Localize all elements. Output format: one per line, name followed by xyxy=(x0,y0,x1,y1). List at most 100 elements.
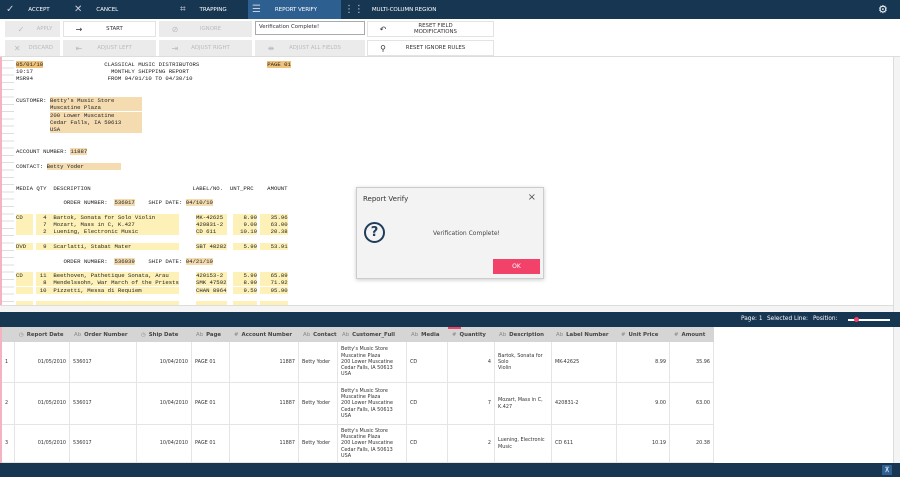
highlighted-field[interactable]: 10.19 xyxy=(233,228,258,236)
highlighted-field[interactable]: 95.90 xyxy=(260,286,288,294)
highlighted-field[interactable]: 11887 xyxy=(70,148,88,156)
table-cell[interactable]: 11887 xyxy=(230,425,299,462)
table-cell[interactable]: Betty's Music Store Muscatine Plaza 200 … xyxy=(338,342,407,382)
highlighted-field[interactable]: CHAN 8964 xyxy=(195,286,227,294)
settings-icon[interactable]: ⚙ xyxy=(878,0,888,19)
column-header-label-number[interactable]: Ab Label Number xyxy=(552,327,617,342)
highlighted-field[interactable]: 35.96 xyxy=(260,213,288,221)
highlighted-field[interactable] xyxy=(16,286,33,294)
highlighted-field[interactable]: Muscatine Plaza xyxy=(49,104,142,112)
table-row[interactable]: 2 01/05/2010 536017 10/04/2010 PAGE 01 11887 B… xyxy=(2,383,714,425)
highlighted-field[interactable]: 4 Bartok, Sonata for Solo Violin xyxy=(36,213,179,221)
highlighted-field[interactable]: 5.99 xyxy=(233,272,258,280)
table-row[interactable]: 3 01/05/2010 536017 10/04/2010 PAGE 01 11887 B… xyxy=(2,425,714,463)
highlighted-field[interactable]: 9 Scarlatti, Stabat Mater xyxy=(36,242,179,250)
highlighted-field[interactable]: 7 Mozart, Mass in C, K.427 xyxy=(36,221,179,229)
highlighted-field[interactable]: SBT 48282 xyxy=(195,242,227,250)
report-horizontal-scrollbar[interactable] xyxy=(0,305,893,312)
reset-field-modifications-button[interactable]: ↶ RESET FIELD MODIFICATIONS xyxy=(367,21,494,37)
table-cell[interactable]: 11887 xyxy=(230,383,299,424)
table-cell[interactable]: 10/04/2010 xyxy=(137,425,192,462)
highlighted-field[interactable]: CD xyxy=(16,213,33,221)
highlighted-field[interactable]: 63.00 xyxy=(260,221,288,229)
column-header-ship-date[interactable]: ◷ Ship Date xyxy=(137,327,192,342)
table-cell[interactable]: 536017 xyxy=(70,383,137,424)
table-row[interactable]: 1 01/05/2010 536017 10/04/2010 PAGE 01 11887 B… xyxy=(2,342,714,383)
highlighted-field[interactable]: 20.38 xyxy=(260,228,288,236)
table-cell[interactable]: 01/05/2010 xyxy=(15,342,70,382)
table-cell[interactable]: 10/04/2010 xyxy=(137,342,192,382)
table-cell[interactable]: 20.38 xyxy=(670,425,714,462)
table-cell[interactable]: 01/05/2010 xyxy=(15,425,70,462)
column-header-page[interactable]: Ab Page xyxy=(192,327,230,342)
column-header-contact[interactable]: Ab Contact xyxy=(299,327,338,342)
table-cell[interactable]: 536017 xyxy=(70,425,137,462)
highlighted-field[interactable]: MK-42625 xyxy=(195,213,227,221)
table-cell[interactable]: Bartok, Sonata for Solo Violin xyxy=(495,342,552,382)
table-cell[interactable]: Mozart, Mass in C, K.427 xyxy=(495,383,552,424)
highlighted-field[interactable]: 9.00 xyxy=(233,221,258,229)
tab-report-verify[interactable]: ☰ REPORT VERIFY xyxy=(248,0,341,19)
highlighted-field[interactable]: 65.89 xyxy=(260,272,288,280)
table-cell[interactable]: PAGE 01 xyxy=(192,383,230,424)
highlighted-field[interactable]: 8 Mendelssohn, War March of the Priests xyxy=(36,279,179,287)
table-cell[interactable]: CD xyxy=(407,342,448,382)
highlighted-field[interactable]: 420153-2 xyxy=(195,272,227,280)
highlighted-field[interactable]: 5.99 xyxy=(233,242,258,250)
highlighted-field[interactable] xyxy=(16,279,33,287)
highlighted-field[interactable]: 04/10/10 xyxy=(185,199,213,207)
column-header-report-date[interactable]: ◷ Report Date xyxy=(15,327,70,342)
start-button[interactable]: → START xyxy=(63,21,156,37)
highlighted-field[interactable]: 71.92 xyxy=(260,279,288,287)
table-cell[interactable]: 2 xyxy=(448,425,495,462)
adjust-right-button[interactable]: ⇥ ADJUST RIGHT xyxy=(159,40,252,56)
tab-trapping[interactable]: ⌗ TRAPPING xyxy=(180,0,227,19)
reset-ignore-rules-button[interactable]: ⚲ RESET IGNORE RULES xyxy=(367,40,494,56)
table-cell[interactable]: 4 xyxy=(448,342,495,382)
table-cell[interactable]: PAGE 01 xyxy=(192,342,230,382)
highlighted-field[interactable]: 11 Beethoven, Pathetique Sonata, Arau xyxy=(36,272,179,280)
highlighted-field[interactable]: 9.59 xyxy=(233,286,258,294)
highlighted-field[interactable]: 420831-2 xyxy=(195,221,227,229)
apply-button[interactable]: ✓ APPLY xyxy=(5,21,60,37)
table-cell[interactable]: 10/04/2010 xyxy=(137,383,192,424)
column-header-customer-full[interactable]: Ab Customer_Full xyxy=(338,327,407,342)
highlighted-field[interactable]: 2 Luening, Electronic Music xyxy=(36,228,179,236)
highlighted-field[interactable]: Betty Yoder xyxy=(46,162,122,170)
table-cell[interactable]: 7 xyxy=(448,383,495,424)
tab-multi-column-region[interactable]: ⋮⋮ MULTI-COLUMN REGION xyxy=(344,0,436,19)
highlighted-field[interactable]: 200 Lower Muscatine xyxy=(49,111,142,119)
table-cell[interactable]: PAGE 01 xyxy=(192,425,230,462)
table-cell[interactable]: CD 611 xyxy=(552,425,617,462)
column-header-unit-price[interactable]: # Unit Price xyxy=(617,327,670,342)
highlighted-field[interactable]: Betty's Music Store xyxy=(49,96,142,104)
table-cell[interactable]: Betty Yoder xyxy=(299,383,338,424)
highlighted-field[interactable]: SMK 47592 xyxy=(195,279,227,287)
highlighted-field[interactable]: USA xyxy=(49,126,142,134)
column-header-quantity[interactable]: # Quantity xyxy=(448,327,495,342)
table-cell[interactable]: 536017 xyxy=(70,342,137,382)
highlighted-field[interactable]: 536017 xyxy=(114,199,135,207)
ignore-button[interactable]: ⊘ IGNORE xyxy=(159,21,252,37)
accept-button[interactable]: ✓ ACCEPT xyxy=(6,0,50,19)
table-cell[interactable]: 11887 xyxy=(230,342,299,382)
highlighted-field[interactable] xyxy=(16,221,33,229)
table-cell[interactable]: Betty Yoder xyxy=(299,342,338,382)
table-cell[interactable]: 8.99 xyxy=(617,342,670,382)
highlighted-field[interactable]: CD xyxy=(16,272,33,280)
highlighted-field[interactable]: 8.99 xyxy=(233,213,258,221)
highlighted-field[interactable]: 53.91 xyxy=(260,242,288,250)
adjust-left-button[interactable]: ⇤ ADJUST LEFT xyxy=(63,40,156,56)
highlighted-field[interactable]: DVD xyxy=(16,242,33,250)
table-cell[interactable]: CD xyxy=(407,425,448,462)
pin-icon[interactable]: ⊼ xyxy=(882,465,892,475)
ok-button[interactable]: OK xyxy=(493,259,540,274)
cancel-button[interactable]: ✕ CANCEL xyxy=(74,0,118,19)
highlighted-field[interactable]: CD 611 xyxy=(195,228,227,236)
table-cell[interactable]: Betty's Music Store Muscatine Plaza 200 … xyxy=(338,425,407,462)
table-cell[interactable]: 9.00 xyxy=(617,383,670,424)
table-cell[interactable]: Betty's Music Store Muscatine Plaza 200 … xyxy=(338,383,407,424)
table-cell[interactable]: 10.19 xyxy=(617,425,670,462)
slider-thumb[interactable] xyxy=(854,317,860,322)
column-header-description[interactable]: Ab Description xyxy=(495,327,552,342)
